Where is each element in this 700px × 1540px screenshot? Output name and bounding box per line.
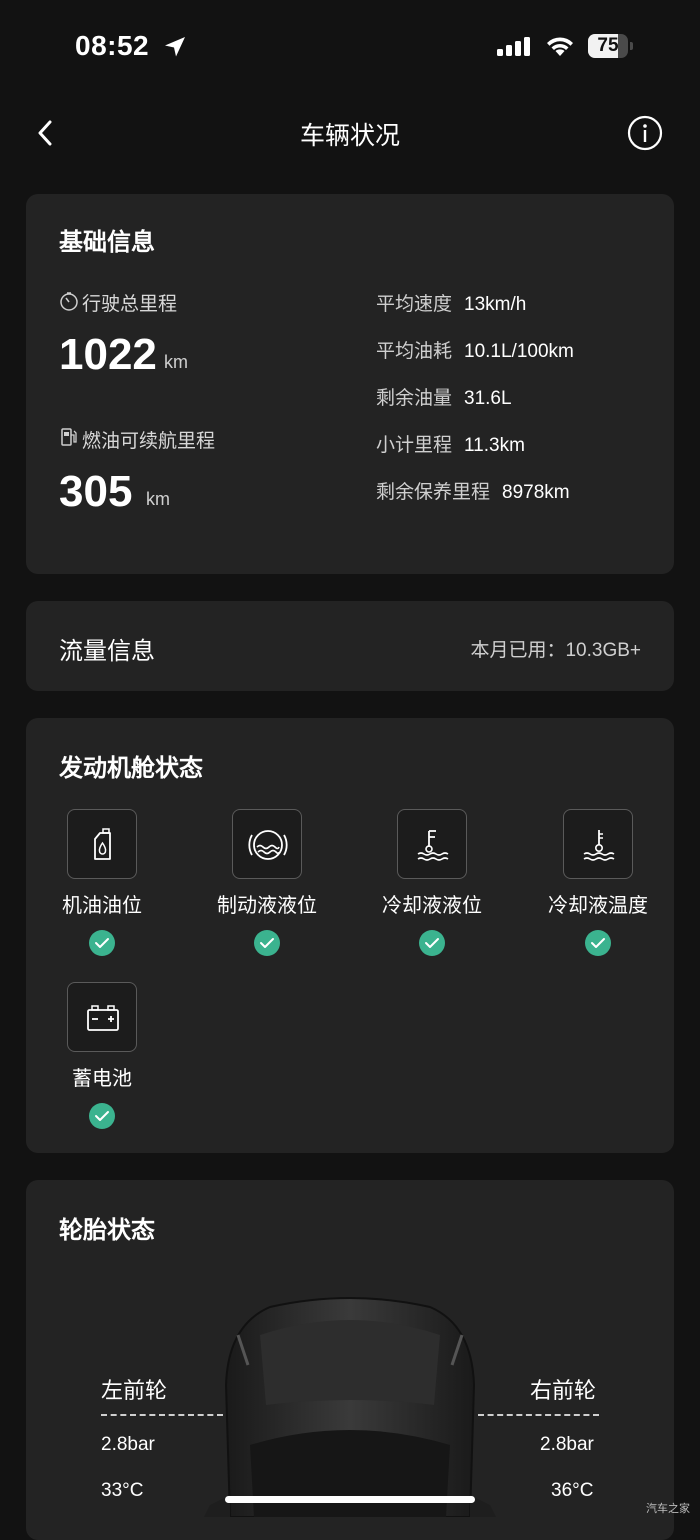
check-icon (419, 930, 445, 956)
basic-info-card: 基础信息 行驶总里程 1022 km 燃油可续航里程 305 km 平均速度 13… (26, 194, 674, 574)
front-right-tire-label: 右前轮 (530, 1378, 597, 1403)
location-arrow-icon (165, 37, 185, 57)
stat-trip-mileage: 小计里程 11.3km (376, 435, 525, 456)
total-mileage-label: 行驶总里程 (82, 294, 178, 315)
timer-icon (60, 292, 78, 311)
home-indicator[interactable] (225, 1496, 475, 1503)
fuel-pump-icon (61, 428, 77, 446)
check-icon (254, 930, 280, 956)
engine-label-oil-level: 机油油位 (62, 895, 142, 917)
battery-percent: 75 (597, 35, 619, 56)
basic-info-title: 基础信息 (59, 229, 155, 256)
engine-item-oil-level[interactable]: 机油油位 (32, 809, 172, 956)
coolant-temp-icon (583, 830, 615, 861)
battery-indicator: 75 (588, 34, 633, 60)
engine-item-coolant-level[interactable]: 冷却液液位 (362, 809, 502, 956)
engine-status-card: 发动机舱状态 机油油位 制动液液位 冷却液液位 冷却液温度 蓄电池 (26, 718, 674, 1153)
flow-usage: 本月已用：10.3GB+ (470, 640, 641, 661)
stat-avg-fuel: 平均油耗 10.1L/100km (376, 341, 574, 362)
info-icon[interactable] (627, 115, 663, 151)
check-icon (585, 930, 611, 956)
engine-item-coolant-temp[interactable]: 冷却液温度 (528, 809, 668, 956)
front-left-temp: 33°C (101, 1480, 144, 1501)
nav-bar: 车辆状况 (0, 100, 700, 166)
total-mileage-unit: km (164, 352, 188, 372)
status-bar: 08:52 75 (0, 0, 700, 90)
check-icon (89, 1103, 115, 1129)
stat-remaining-fuel: 剩余油量 31.6L (376, 388, 512, 409)
wifi-icon (547, 37, 573, 56)
brake-fluid-icon (248, 830, 288, 860)
status-time: 08:52 (75, 30, 150, 61)
flow-info-title: 流量信息 (59, 638, 155, 665)
engine-label-coolant-temp: 冷却液温度 (548, 895, 648, 917)
engine-label-battery: 蓄电池 (72, 1068, 132, 1090)
front-left-pressure: 2.8bar (101, 1434, 155, 1455)
coolant-level-icon (417, 830, 449, 861)
engine-status-title: 发动机舱状态 (59, 755, 203, 782)
front-right-divider (478, 1414, 599, 1416)
engine-label-coolant-level: 冷却液液位 (382, 895, 482, 917)
front-left-divider (101, 1414, 223, 1416)
engine-item-battery[interactable]: 蓄电池 (32, 982, 172, 1129)
engine-label-brake-fluid: 制动液液位 (217, 895, 317, 917)
total-mileage-value: 1022 (59, 330, 157, 379)
engine-item-brake-fluid[interactable]: 制动液液位 (197, 809, 337, 956)
page-title: 车辆状况 (299, 122, 400, 150)
oil-bottle-icon (94, 828, 111, 860)
front-left-tire-label: 左前轮 (101, 1378, 168, 1403)
battery-icon (87, 1005, 119, 1031)
watermark: 汽车之家 (646, 1503, 690, 1515)
car-top-view (204, 1297, 496, 1517)
fuel-range-label: 燃油可续航里程 (82, 431, 216, 452)
front-right-pressure: 2.8bar (540, 1434, 594, 1455)
stat-avg-speed: 平均速度 13km/h (376, 294, 527, 315)
stat-maintenance-mileage: 剩余保养里程 8978km (376, 482, 570, 503)
tire-status-title: 轮胎状态 (59, 1217, 155, 1244)
flow-info-card[interactable]: 流量信息 本月已用：10.3GB+ (26, 601, 674, 691)
fuel-range-unit: km (146, 489, 170, 509)
check-icon (89, 930, 115, 956)
fuel-range-value: 305 (59, 467, 133, 516)
front-right-temp: 36°C (551, 1480, 594, 1501)
cellular-signal-icon (497, 37, 530, 56)
